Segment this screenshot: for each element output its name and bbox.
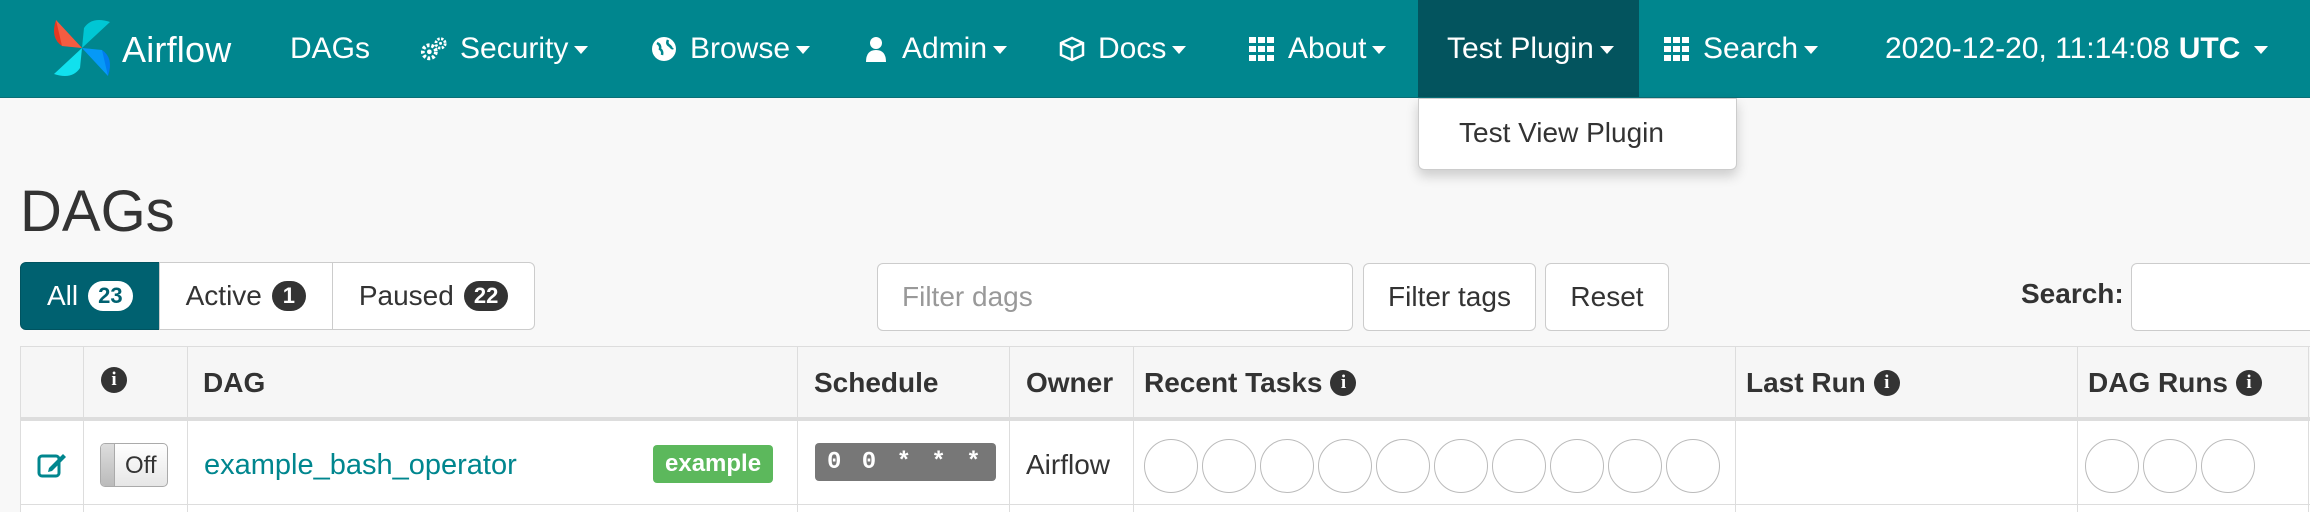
task-state-circle[interactable] — [1202, 439, 1256, 493]
filter-tab-paused-label: Paused — [358, 280, 454, 311]
nav-about[interactable]: About — [1248, 0, 1387, 97]
pause-toggle[interactable]: Off — [100, 443, 168, 487]
nav-admin-label: Admin — [902, 31, 988, 65]
datetime-value: 2020-12-20, 11:14:08 — [1885, 31, 2170, 65]
airflow-logo-icon — [46, 12, 118, 89]
reset-button[interactable]: Reset — [1545, 263, 1669, 331]
user-icon — [862, 35, 890, 63]
header-dag-runs: DAG Runs i — [2088, 367, 2262, 399]
nav-dags-label: DAGs — [290, 31, 371, 65]
nav-security[interactable]: Security — [420, 0, 589, 97]
dags-table: i DAG Schedule Owner Recent Tasks i Last… — [20, 346, 2310, 512]
dag-tag-badge[interactable]: example — [653, 445, 774, 483]
chevron-down-icon — [1599, 45, 1614, 54]
timezone-label: UTC — [2178, 31, 2241, 65]
cube-icon — [1058, 35, 1086, 63]
header-last-run-label: Last Run — [1746, 367, 1866, 398]
filter-tags-button[interactable]: Filter tags — [1363, 263, 1536, 331]
count-badge: 1 — [271, 281, 306, 311]
nav-about-label: About — [1288, 31, 1367, 65]
nav-docs[interactable]: Docs — [1058, 0, 1187, 97]
nav-test-plugin[interactable]: Test Plugin — [1418, 0, 1639, 97]
edit-icon[interactable] — [37, 425, 67, 505]
chevron-down-icon — [993, 45, 1008, 54]
brand-name: Airflow — [122, 29, 232, 70]
dag-run-state-circle[interactable] — [2143, 439, 2197, 493]
schedule-badge: 0 0 * * * — [815, 443, 996, 481]
header-recent-tasks-label: Recent Tasks — [1144, 367, 1323, 398]
nav-browse-label: Browse — [690, 31, 791, 65]
test-plugin-dropdown: Test View Plugin — [1418, 98, 1737, 170]
filter-dags-input[interactable] — [877, 263, 1353, 331]
task-state-circle[interactable] — [1492, 439, 1546, 493]
dropdown-item-test-view-plugin[interactable]: Test View Plugin — [1459, 117, 1664, 149]
search-label: Search: — [2021, 278, 2124, 309]
chevron-down-icon — [2254, 45, 2269, 54]
dag-id-text: example_bash_operator — [204, 448, 517, 481]
task-state-circle[interactable] — [1144, 439, 1198, 493]
status-filter-group: All 23 Active 1 Paused 22 — [20, 262, 536, 330]
nav-browse[interactable]: Browse — [650, 0, 811, 97]
dag-run-state-circle[interactable] — [2201, 439, 2255, 493]
nav-datetime[interactable]: 2020-12-20, 11:14:08 UTC — [1885, 0, 2269, 97]
header-recent-tasks: Recent Tasks i — [1144, 367, 1357, 399]
chevron-down-icon — [1804, 45, 1819, 54]
task-state-circle[interactable] — [1666, 439, 1720, 493]
header-dag-runs-label: DAG Runs — [2088, 367, 2228, 398]
grid-icon — [1248, 35, 1276, 63]
filter-tab-active-label: Active — [185, 280, 262, 311]
task-state-circle[interactable] — [1376, 439, 1430, 493]
info-icon[interactable]: i — [2236, 370, 2262, 396]
header-dag[interactable]: DAG — [203, 367, 265, 399]
info-icon[interactable]: i — [101, 367, 127, 393]
dag-id-link[interactable]: example_bash_operator — [204, 425, 517, 505]
grid-icon — [1663, 35, 1691, 63]
count-badge: 22 — [463, 281, 509, 311]
nav-docs-label: Docs — [1098, 31, 1167, 65]
task-state-circle[interactable] — [1550, 439, 1604, 493]
task-state-circle[interactable] — [1318, 439, 1372, 493]
filter-tab-all[interactable]: All 23 — [20, 262, 160, 330]
count-badge: 23 — [88, 281, 133, 311]
nav-admin[interactable]: Admin — [862, 0, 1008, 97]
nav-dags[interactable]: DAGs — [290, 0, 370, 97]
header-owner[interactable]: Owner — [1026, 367, 1113, 399]
task-state-circle[interactable] — [1608, 439, 1662, 493]
search-input[interactable] — [2131, 263, 2310, 331]
dag-run-state-circle[interactable] — [2085, 439, 2139, 493]
filter-tab-active[interactable]: Active 1 — [158, 262, 333, 330]
header-info: i — [101, 367, 127, 393]
owner-cell: Airflow — [1026, 449, 1111, 480]
header-last-run: Last Run i — [1746, 367, 1900, 399]
page-title: DAGs — [20, 179, 175, 244]
chevron-down-icon — [1372, 45, 1387, 54]
toggle-knob — [101, 444, 115, 486]
nav-test-plugin-label: Test Plugin — [1447, 31, 1594, 65]
brand-link[interactable]: Airflow — [46, 10, 231, 90]
chevron-down-icon — [796, 45, 811, 54]
nav-search[interactable]: Search — [1663, 0, 1819, 97]
nav-security-label: Security — [460, 31, 569, 65]
gears-icon — [420, 35, 448, 63]
header-schedule[interactable]: Schedule — [814, 367, 938, 399]
chevron-down-icon — [1172, 45, 1187, 54]
task-state-circle[interactable] — [1260, 439, 1314, 493]
filter-tab-all-label: All — [47, 280, 79, 311]
info-icon[interactable]: i — [1873, 370, 1900, 396]
chevron-down-icon — [574, 45, 589, 54]
info-icon[interactable]: i — [1330, 370, 1357, 396]
task-state-circle[interactable] — [1434, 439, 1488, 493]
toggle-label: Off — [125, 452, 157, 479]
nav-search-label: Search — [1703, 31, 1799, 65]
filter-tab-paused[interactable]: Paused 22 — [331, 262, 536, 330]
globe-icon — [650, 35, 678, 63]
